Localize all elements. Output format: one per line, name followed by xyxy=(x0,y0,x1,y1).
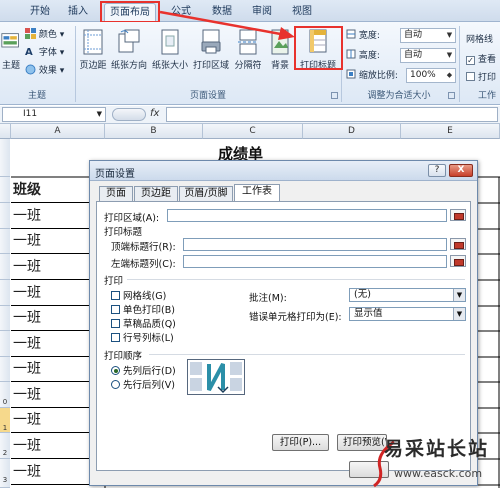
black-white-checkbox-label: 单色打印(B) xyxy=(123,305,175,316)
checkbox-icon xyxy=(111,319,120,328)
dialog-title-bar[interactable]: 页面设置 ? X xyxy=(90,161,477,181)
collapse-dialog-icon[interactable] xyxy=(450,209,466,221)
over-then-down-label: 先行后列(V) xyxy=(123,380,175,391)
draft-quality-checkbox-label: 草稿品质(Q) xyxy=(123,319,176,330)
print-titles-section-label: 打印标题 xyxy=(104,227,143,238)
divider xyxy=(127,279,465,280)
top-rows-label: 顶端标题行(R): xyxy=(111,242,176,253)
help-button[interactable]: ? xyxy=(428,164,446,177)
draft-quality-checkbox[interactable]: 草稿品质(Q) xyxy=(111,316,176,330)
checkbox-icon xyxy=(111,305,120,314)
down-then-over-radio[interactable]: 先列后行(D) xyxy=(111,363,176,377)
collapse-dialog-icon[interactable] xyxy=(450,238,466,250)
print-button[interactable]: 打印(P)... xyxy=(272,434,329,451)
chevron-down-icon: ▼ xyxy=(453,289,465,301)
watermark-url: www.easck.com xyxy=(394,467,483,480)
dialog-title: 页面设置 xyxy=(95,169,135,180)
down-then-over-label: 先列后行(D) xyxy=(123,366,176,377)
watermark-text: 易采站长站 xyxy=(384,438,490,460)
dialog-tab-page[interactable]: 页面 xyxy=(99,186,133,201)
radio-icon xyxy=(111,380,120,389)
close-button[interactable]: X xyxy=(449,164,473,177)
print-area-label: 打印区域(A): xyxy=(104,213,160,224)
checkbox-icon xyxy=(111,291,120,300)
divider xyxy=(149,354,465,355)
row-col-headings-checkbox[interactable]: 行号列标(L) xyxy=(111,330,174,344)
cell-errors-select[interactable]: 显示值 ▼ xyxy=(349,307,466,321)
black-white-checkbox[interactable]: 单色打印(B) xyxy=(111,302,175,316)
dialog-tab-sheet[interactable]: 工作表 xyxy=(234,184,280,202)
radio-selected-icon xyxy=(111,366,120,375)
page-order-preview-icon xyxy=(187,359,245,395)
comments-select[interactable]: (无) ▼ xyxy=(349,288,466,302)
sheet-tab-panel: 打印区域(A): 打印标题 顶端标题行(R): 左端标题列(C): 打印 网格线… xyxy=(96,201,471,471)
over-then-down-radio[interactable]: 先行后列(V) xyxy=(111,377,175,391)
cell-errors-value: 显示值 xyxy=(354,308,383,319)
row-col-headings-checkbox-label: 行号列标(L) xyxy=(123,333,174,344)
top-rows-input[interactable] xyxy=(183,238,447,251)
gridlines-checkbox[interactable]: 网格线(G) xyxy=(111,288,166,302)
left-cols-label: 左端标题列(C): xyxy=(111,259,176,270)
left-cols-input[interactable] xyxy=(183,255,447,268)
comments-label: 批注(M): xyxy=(249,293,287,304)
comments-value: (无) xyxy=(354,289,371,300)
gridlines-checkbox-label: 网格线(G) xyxy=(123,291,167,302)
print-area-input[interactable] xyxy=(167,209,447,222)
page-order-label: 打印顺序 xyxy=(104,351,143,362)
dialog-tab-margins[interactable]: 页边距 xyxy=(134,186,178,201)
print-section-label: 打印 xyxy=(104,276,124,287)
chevron-down-icon: ▼ xyxy=(453,308,465,320)
dialog-tab-header-footer[interactable]: 页眉/页脚 xyxy=(179,186,233,201)
cell-errors-label: 错误单元格打印为(E): xyxy=(249,312,342,323)
checkbox-icon xyxy=(111,333,120,342)
collapse-dialog-icon[interactable] xyxy=(450,255,466,267)
